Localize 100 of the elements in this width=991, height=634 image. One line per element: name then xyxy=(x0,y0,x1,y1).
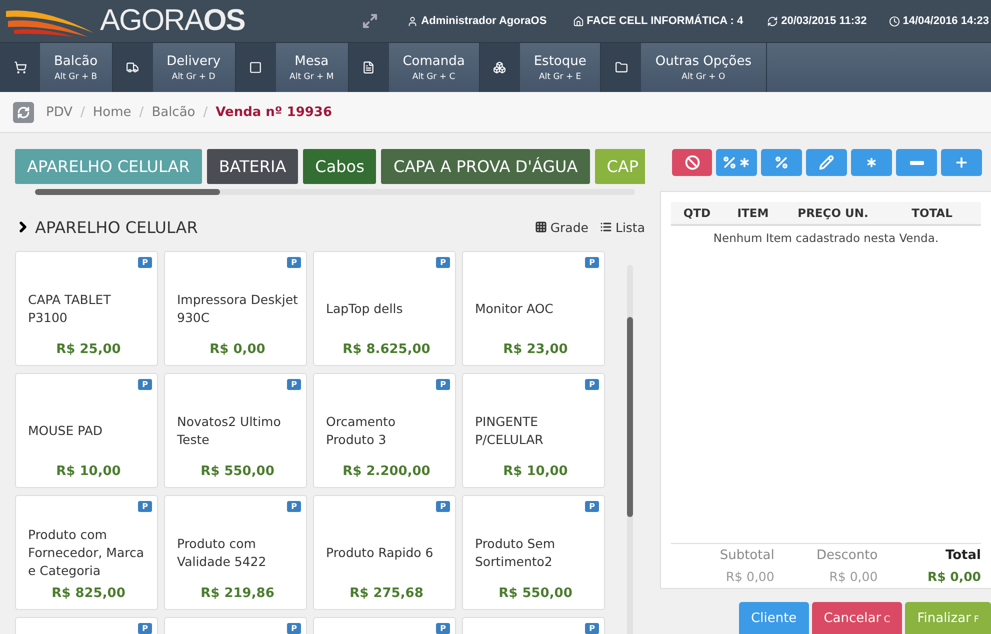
cancel-button[interactable]: Cancelar C xyxy=(812,602,902,634)
square-icon xyxy=(249,61,262,74)
column-header: PREÇO UN. xyxy=(796,206,870,220)
product-price: R$ 10,00 xyxy=(502,464,569,479)
product-card[interactable]: P Produto Rapido 6 R$ 275,68 xyxy=(313,495,456,610)
nav-icon-tile[interactable] xyxy=(112,43,153,92)
product-type-badge: P xyxy=(287,501,301,512)
product-card[interactable]: P CAPA TABLET P3100 R$ 25,00 xyxy=(15,251,158,366)
breadcrumb-item[interactable]: Home xyxy=(92,104,132,120)
plus-action-button[interactable] xyxy=(941,149,982,176)
product-type-badge: P xyxy=(138,501,152,512)
category-tab[interactable]: CAPA A PROVA D'ÁGUA xyxy=(381,149,590,184)
refresh-button[interactable] xyxy=(13,102,34,122)
total-value: R$ 0,00 xyxy=(927,569,981,584)
empty-message: Nenhum Item cadastrado nesta Venda. xyxy=(712,231,940,245)
grid-icon xyxy=(535,221,548,233)
product-type-badge: P xyxy=(585,257,599,268)
cancel-action-button[interactable] xyxy=(672,149,712,176)
vertical-scrollbar[interactable] xyxy=(627,265,633,634)
product-price: R$ 25,00 xyxy=(55,342,122,357)
product-card[interactable]: P Impressora Deskjet 930C R$ 0,00 xyxy=(164,251,307,366)
product-price: R$ 23,00 xyxy=(502,342,569,357)
category-tab[interactable]: Cabos xyxy=(303,149,376,184)
product-card[interactable]: P xyxy=(313,617,456,634)
product-price: R$ 0,00 xyxy=(208,342,266,357)
product-card[interactable]: P Orcamento Produto 3 R$ 2.200,00 xyxy=(313,373,456,488)
cart-icon xyxy=(14,61,26,74)
edit-action-button[interactable] xyxy=(806,149,847,176)
product-type-badge: P xyxy=(138,379,152,390)
view-mode-link[interactable]: Grade xyxy=(535,220,588,234)
nav-menu-item[interactable]: Delivery Alt Gr + D xyxy=(152,43,235,92)
company-name: FACE CELL INFORMÁTICA : 4 xyxy=(572,15,744,27)
product-type-badge: P xyxy=(138,257,152,268)
product-price: R$ 2.200,00 xyxy=(342,464,432,479)
home-icon xyxy=(572,16,584,26)
percent-asterisk-icon xyxy=(722,155,752,170)
product-name: PINGENTE P/CELULAR xyxy=(475,413,544,449)
product-name: Orcamento Produto 3 xyxy=(326,413,397,449)
nav-menu-item[interactable]: Balcão Alt Gr + B xyxy=(40,43,112,92)
user-icon xyxy=(407,16,418,26)
list-icon xyxy=(600,221,612,233)
product-card[interactable]: P Produto com Fornecedor, Marca e Categoria R$ 825,00 xyxy=(15,495,158,610)
product-card[interactable]: P PINGENTE P/CELULAR R$ 10,00 xyxy=(462,373,605,488)
total-label: Subtotal xyxy=(720,548,774,563)
breadcrumb-separator: / xyxy=(80,104,85,120)
file-icon xyxy=(362,61,376,74)
product-card[interactable]: P xyxy=(164,617,307,634)
percent-all-action-button[interactable] xyxy=(716,149,757,176)
clock-icon xyxy=(888,16,900,26)
nav-menu-item[interactable]: Estoque Alt Gr + E xyxy=(520,43,600,92)
product-card[interactable]: P Produto Sem Sortimento2 R$ 550,00 xyxy=(462,495,605,610)
product-card[interactable]: P xyxy=(462,617,605,634)
column-header: QTD xyxy=(682,206,712,220)
product-name: Produto com Validade 5422 xyxy=(177,535,268,571)
product-type-badge: P xyxy=(585,501,599,512)
product-card[interactable]: P Monitor AOC R$ 23,00 xyxy=(462,251,605,366)
nav-icon-tile[interactable] xyxy=(601,43,642,92)
product-price: R$ 275,68 xyxy=(348,586,424,601)
clock-date: 14/04/2016 14:23 xyxy=(888,15,989,27)
percent-action-button[interactable] xyxy=(761,149,802,176)
category-tab[interactable]: BATERIA xyxy=(206,149,298,184)
product-name: Novatos2 Ultimo Teste xyxy=(177,413,282,449)
breadcrumb-item: Venda nº 19936 xyxy=(216,104,332,120)
nav-icon-tile[interactable] xyxy=(236,43,276,92)
product-card[interactable]: P LapTop dells R$ 8.625,00 xyxy=(313,251,456,366)
column-header: ITEM xyxy=(736,206,770,220)
total-label: Desconto xyxy=(816,548,878,563)
breadcrumb-item[interactable]: Balcão xyxy=(152,104,196,120)
product-price: R$ 10,00 xyxy=(55,464,122,479)
pencil-icon xyxy=(819,155,834,170)
product-card[interactable]: P Novatos2 Ultimo Teste R$ 550,00 xyxy=(164,373,307,488)
breadcrumb-separator: / xyxy=(203,104,208,120)
breadcrumb-item[interactable]: PDV xyxy=(46,104,73,120)
minus-action-button[interactable] xyxy=(896,149,937,176)
truck-icon xyxy=(126,61,140,74)
product-type-badge: P xyxy=(138,623,152,634)
horizontal-scrollbar[interactable] xyxy=(35,189,635,195)
product-name: Produto Rapido 6 xyxy=(326,544,434,562)
nav-menu-item[interactable]: Comanda Alt Gr + C xyxy=(388,43,479,92)
section-title: APARELHO CELULAR xyxy=(35,218,199,236)
sync-icon xyxy=(767,16,778,26)
product-card[interactable]: P MOUSE PAD R$ 10,00 xyxy=(15,373,158,488)
product-type-badge: P xyxy=(436,501,450,512)
product-type-badge: P xyxy=(585,379,599,390)
nav-menu-item[interactable]: Mesa Alt Gr + M xyxy=(276,43,348,92)
product-card[interactable]: P Produto com Validade 5422 R$ 219,86 xyxy=(164,495,307,610)
product-type-badge: P xyxy=(436,257,450,268)
ban-icon xyxy=(684,155,700,170)
product-type-badge: P xyxy=(287,379,301,390)
product-card[interactable]: P xyxy=(15,617,158,634)
fullscreen-icon[interactable] xyxy=(362,13,378,29)
column-header: TOTAL xyxy=(910,206,954,220)
nav-menu-item[interactable]: Outras Opções Alt Gr + O xyxy=(641,43,766,92)
view-mode-link[interactable]: Lista xyxy=(600,220,645,234)
total-value: R$ 0,00 xyxy=(726,569,774,584)
nav-icon-tile[interactable] xyxy=(0,43,40,92)
nav-icon-tile[interactable] xyxy=(348,43,389,92)
boxes-icon xyxy=(493,61,506,74)
nav-icon-tile[interactable] xyxy=(480,43,520,92)
asterisk-action-button[interactable] xyxy=(851,149,892,176)
